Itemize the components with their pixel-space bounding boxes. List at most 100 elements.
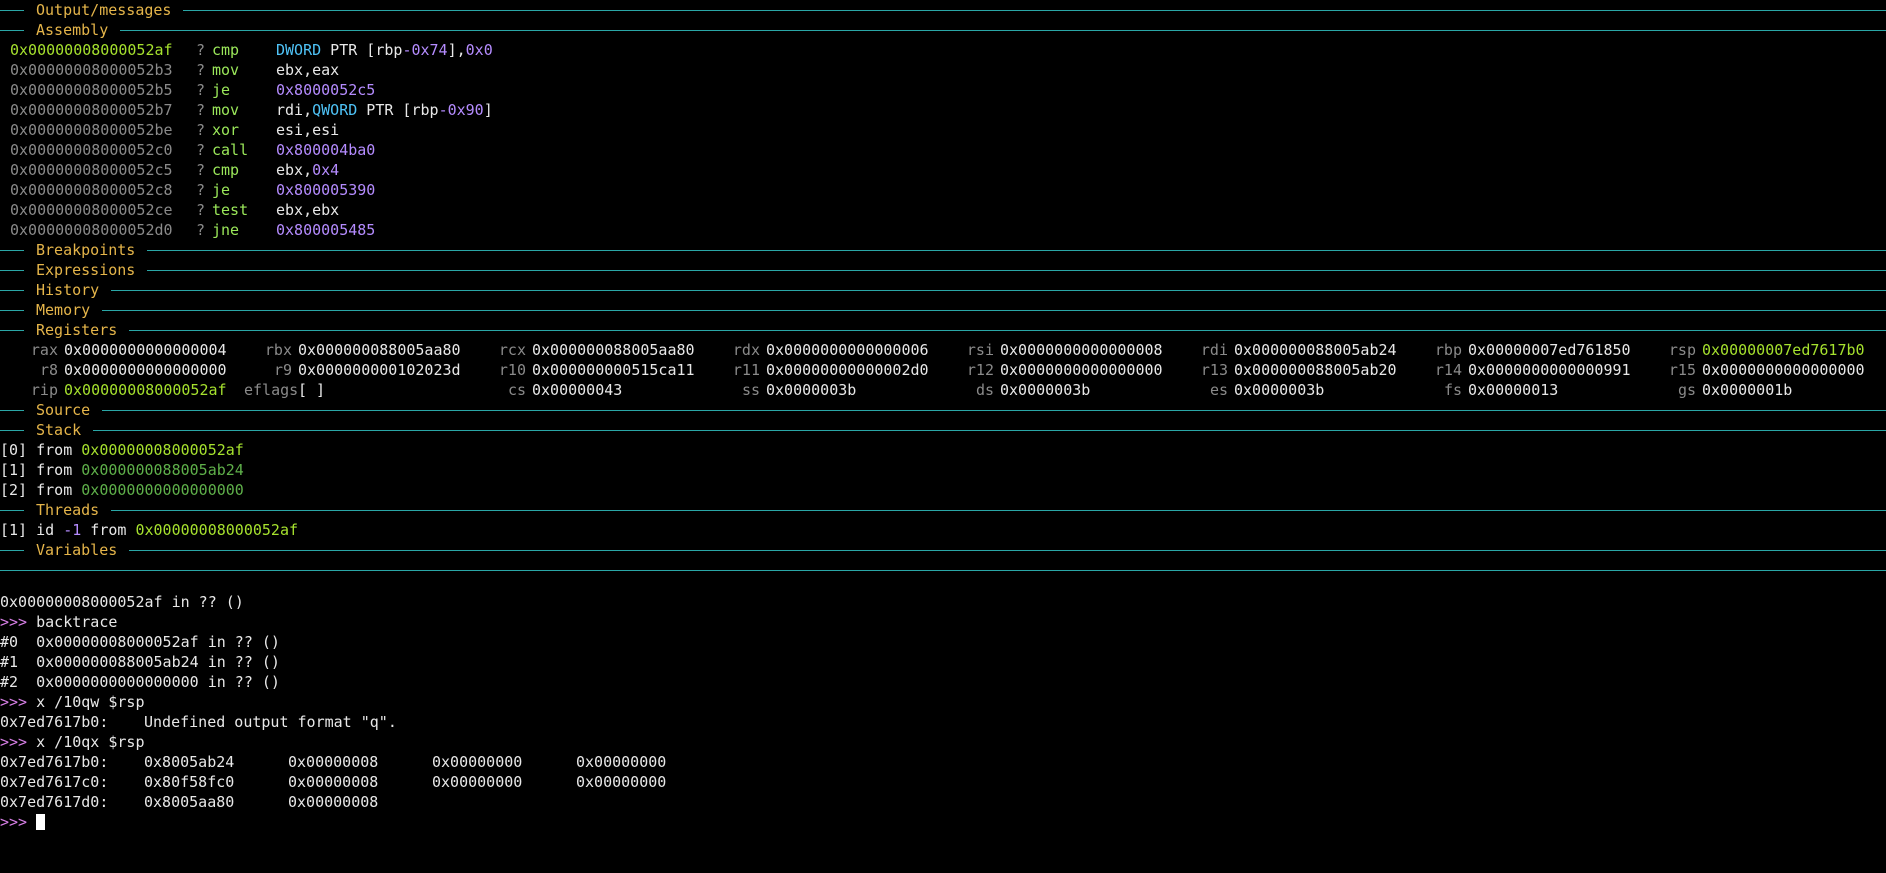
text-cursor[interactable] — [36, 814, 46, 830]
memory-word: 0x00000008 — [288, 773, 379, 791]
asm-line[interactable]: 0x00000008000052c5? cmp ebx,0x4 — [0, 160, 1886, 180]
section-title: Variables — [36, 541, 118, 559]
section-title: Stack — [36, 421, 82, 439]
stack-frame[interactable]: [2] from 0x0000000000000000 — [0, 480, 1886, 500]
asm-line[interactable]: 0x00000008000052ce? test ebx,ebx — [0, 200, 1886, 220]
asm-operands: DWORD PTR [rbp-0x74],0x0 — [276, 40, 1886, 60]
stack-panel: [0] from 0x00000008000052af [1] from 0x00… — [0, 440, 1886, 500]
register-rdi: rdi 0x000000088005ab24 — [1180, 340, 1414, 360]
section-title: Source — [36, 401, 91, 419]
asm-operands: 0x800005485 — [276, 220, 1886, 240]
backtrace-line: #2 0x0000000000000000 in ?? () — [0, 673, 280, 691]
register-name: fs — [1443, 381, 1462, 399]
memory-row: 0x7ed7617c0: 0x80f58fc0 0x00000008 0x000000… — [0, 772, 1886, 792]
asm-line[interactable]: 0x00000008000052b3? mov ebx,eax — [0, 60, 1886, 80]
stack-frame[interactable]: [0] from 0x00000008000052af — [0, 440, 1886, 460]
asm-line[interactable]: 0x00000008000052c8? je 0x800005390 — [0, 180, 1886, 200]
register-r14: r14 0x0000000000000991 — [1414, 360, 1648, 380]
console-input-line[interactable]: >>> — [0, 812, 1886, 832]
register-cs: cs 0x00000043 — [478, 380, 712, 400]
register-fs: fs 0x00000013 — [1414, 380, 1648, 400]
gdb-terminal[interactable]: Output/messages Assembly 0x0000000800005… — [0, 0, 1886, 873]
register-value: 0x000000088005ab24 — [1234, 341, 1397, 359]
console-output[interactable]: 0x00000008000052af in ?? () >>> backtrac… — [0, 592, 1886, 832]
asm-marker: ? — [196, 81, 206, 99]
register-name: rax — [30, 341, 58, 359]
asm-mnemonic: cmp — [212, 161, 240, 179]
asm-operand: 0x800004ba0 — [276, 141, 376, 159]
asm-operand: 0x800005485 — [276, 221, 376, 239]
register-value: 0x0000003b — [766, 381, 857, 399]
frame-address: 0x0000000000000000 — [81, 481, 244, 499]
asm-operands: rdi,QWORD PTR [rbp-0x90] — [276, 100, 1886, 120]
asm-line[interactable]: 0x00000008000052be? xor esi,esi — [0, 120, 1886, 140]
register-name: r13 — [1200, 361, 1228, 379]
frame-index: [0] — [0, 441, 28, 459]
error-line: 0x7ed7617b0: Undefined output format "q". — [0, 713, 397, 731]
register-value: 0x000000088005aa80 — [298, 341, 461, 359]
asm-operand: DWORD — [276, 41, 322, 59]
asm-mnemonic: cmp — [212, 41, 240, 59]
asm-address: 0x00000008000052d0 — [10, 221, 173, 239]
register-name: rsp — [1668, 341, 1696, 359]
register-value: [ ] — [298, 381, 326, 399]
asm-operands: 0x800005390 — [276, 180, 1886, 200]
memory-word: 0x00000000 — [432, 753, 523, 771]
register-name: ds — [975, 381, 994, 399]
register-ds: ds 0x0000003b — [946, 380, 1180, 400]
console-command: >>> x /10qw $rsp — [0, 693, 145, 711]
asm-marker: ? — [196, 221, 206, 239]
register-name: r11 — [732, 361, 760, 379]
asm-marker: ? — [196, 161, 206, 179]
asm-operand: ebx, — [276, 161, 313, 179]
stack-frame[interactable]: [1] from 0x000000088005ab24 — [0, 460, 1886, 480]
asm-line[interactable]: 0x00000008000052b5? je 0x8000052c5 — [0, 80, 1886, 100]
register-value: 0x0000000000000008 — [1000, 341, 1163, 359]
section-header-memory: Memory — [0, 300, 1886, 320]
asm-operands: 0x800004ba0 — [276, 140, 1886, 160]
thread-row: [1] id -1 from 0x00000008000052af — [0, 521, 299, 539]
asm-operand: -0x90 — [438, 101, 484, 119]
memory-row: 0x7ed7617d0: 0x8005aa80 0x00000008 — [0, 792, 1886, 812]
asm-operands: ebx,ebx — [276, 200, 1886, 220]
asm-operand: -0x74 — [402, 41, 448, 59]
asm-line[interactable]: 0x00000008000052b7? mov rdi,QWORD PTR [rbp… — [0, 100, 1886, 120]
memory-address: 0x7ed7617c0: — [0, 773, 109, 791]
register-name: r12 — [966, 361, 994, 379]
asm-address: 0x00000008000052be — [10, 121, 173, 139]
register-value: 0x0000000000000006 — [766, 341, 929, 359]
asm-operand: esi,esi — [276, 121, 340, 139]
register-rsp: rsp 0x00000007ed7617b0 — [1648, 340, 1882, 360]
asm-address: 0x00000008000052b5 — [10, 81, 173, 99]
frame-address: 0x00000008000052af — [81, 441, 244, 459]
register-gs: gs 0x0000001b — [1648, 380, 1882, 400]
register-name: r14 — [1434, 361, 1462, 379]
register-r11: r11 0x00000000000002d0 — [712, 360, 946, 380]
section-header-history: History — [0, 280, 1886, 300]
memory-row: 0x7ed7617b0: 0x8005ab24 0x00000008 0x000000… — [0, 752, 1886, 772]
section-title: Expressions — [36, 261, 136, 279]
asm-line[interactable]: 0x00000008000052d0? jne 0x800005485 — [0, 220, 1886, 240]
register-name: rdi — [1200, 341, 1228, 359]
backtrace-line: #1 0x000000088005ab24 in ?? () — [0, 653, 280, 671]
asm-operands: 0x8000052c5 — [276, 80, 1886, 100]
register-rcx: rcx 0x000000088005aa80 — [478, 340, 712, 360]
asm-address: 0x00000008000052c5 — [10, 161, 173, 179]
register-name: rbx — [264, 341, 292, 359]
register-name: rip — [30, 381, 58, 399]
register-value: 0x0000000000000000 — [1000, 361, 1163, 379]
asm-address: 0x00000008000052ce — [10, 201, 173, 219]
asm-marker: ? — [196, 61, 206, 79]
asm-marker: ? — [196, 141, 206, 159]
section-title: Memory — [36, 301, 91, 319]
asm-line[interactable]: 0x00000008000052af? cmp DWORD PTR [rbp-0x7… — [0, 40, 1886, 60]
register-value: 0x0000000000000991 — [1468, 361, 1631, 379]
register-name: gs — [1677, 381, 1696, 399]
register-value: 0x0000000000000004 — [64, 341, 227, 359]
register-name: r8 — [39, 361, 58, 379]
asm-operands: ebx,0x4 — [276, 160, 1886, 180]
memory-word: 0x80f58fc0 — [144, 773, 235, 791]
register-name: rcx — [498, 341, 526, 359]
register-value: 0x00000013 — [1468, 381, 1559, 399]
asm-line[interactable]: 0x00000008000052c0? call 0x800004ba0 — [0, 140, 1886, 160]
